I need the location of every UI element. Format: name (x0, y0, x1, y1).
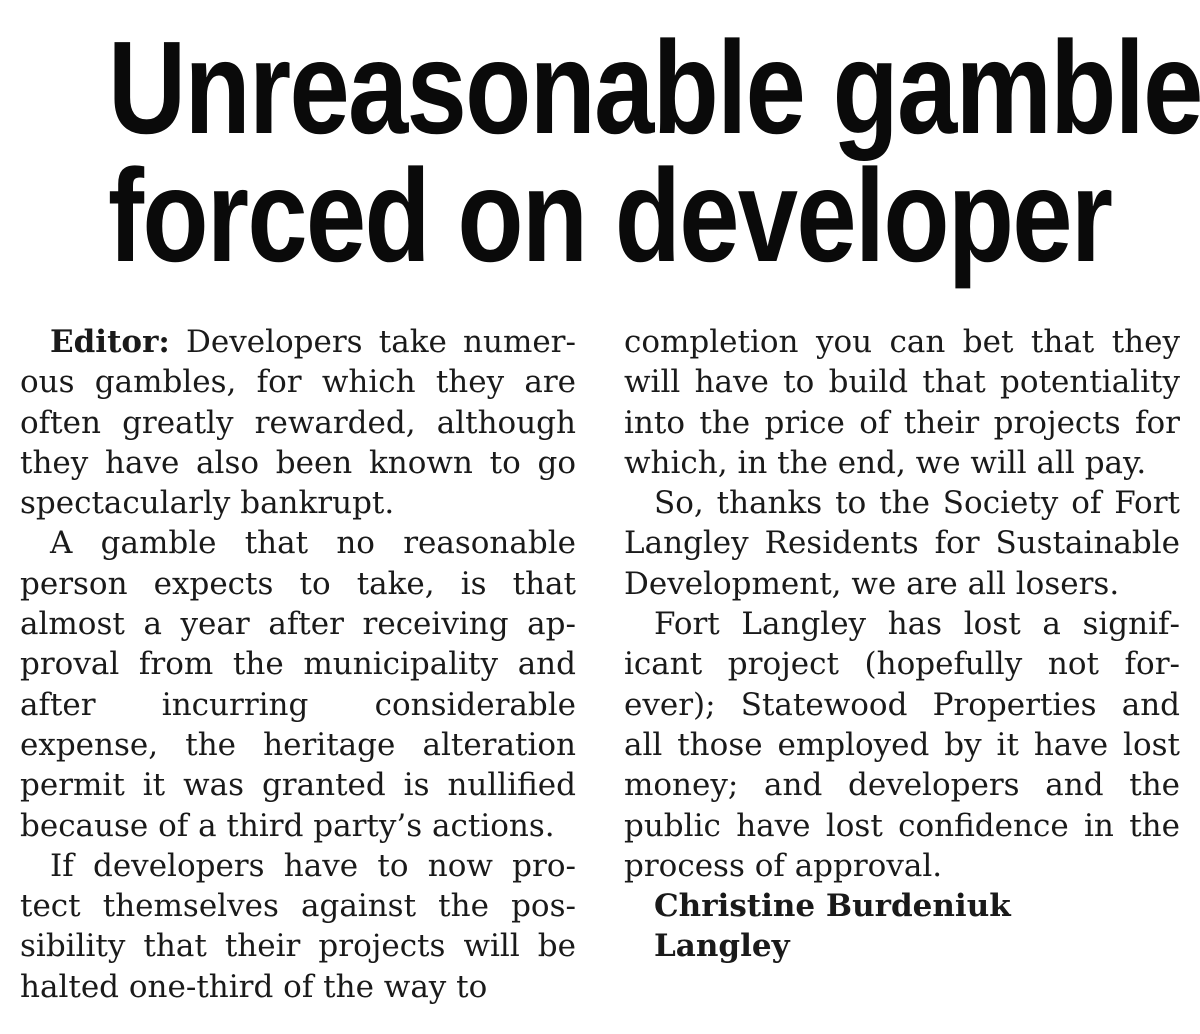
paragraph-5: Fort Langley has lost a signif­icant pro… (624, 606, 1180, 884)
paragraph-1: Editor: Developers take numer­ous gamble… (20, 322, 576, 523)
salutation: Editor: (50, 324, 170, 360)
signature-name: Christine Burdeniuk (654, 888, 1011, 925)
paragraph-3: If developers have to now pro­tect thems… (20, 847, 576, 1005)
signature-place: Langley (654, 928, 790, 965)
headline: Unreasonable gamble forced on developer (108, 14, 1200, 289)
headline-line-1: Unreasonable gamble (108, 14, 1200, 161)
headline-line-2: forced on developer (108, 142, 1113, 289)
paragraph-3-continued: completion you can bet that they will ha… (624, 324, 1180, 481)
paragraph-2: A gamble that no reasonable person expec… (20, 525, 576, 844)
column-right: completion you can bet that they will ha… (624, 322, 1180, 967)
column-left: Editor: Developers take numer­ous gamble… (20, 322, 576, 1007)
paragraph-4: So, thanks to the Society of Fort Langle… (624, 485, 1180, 602)
